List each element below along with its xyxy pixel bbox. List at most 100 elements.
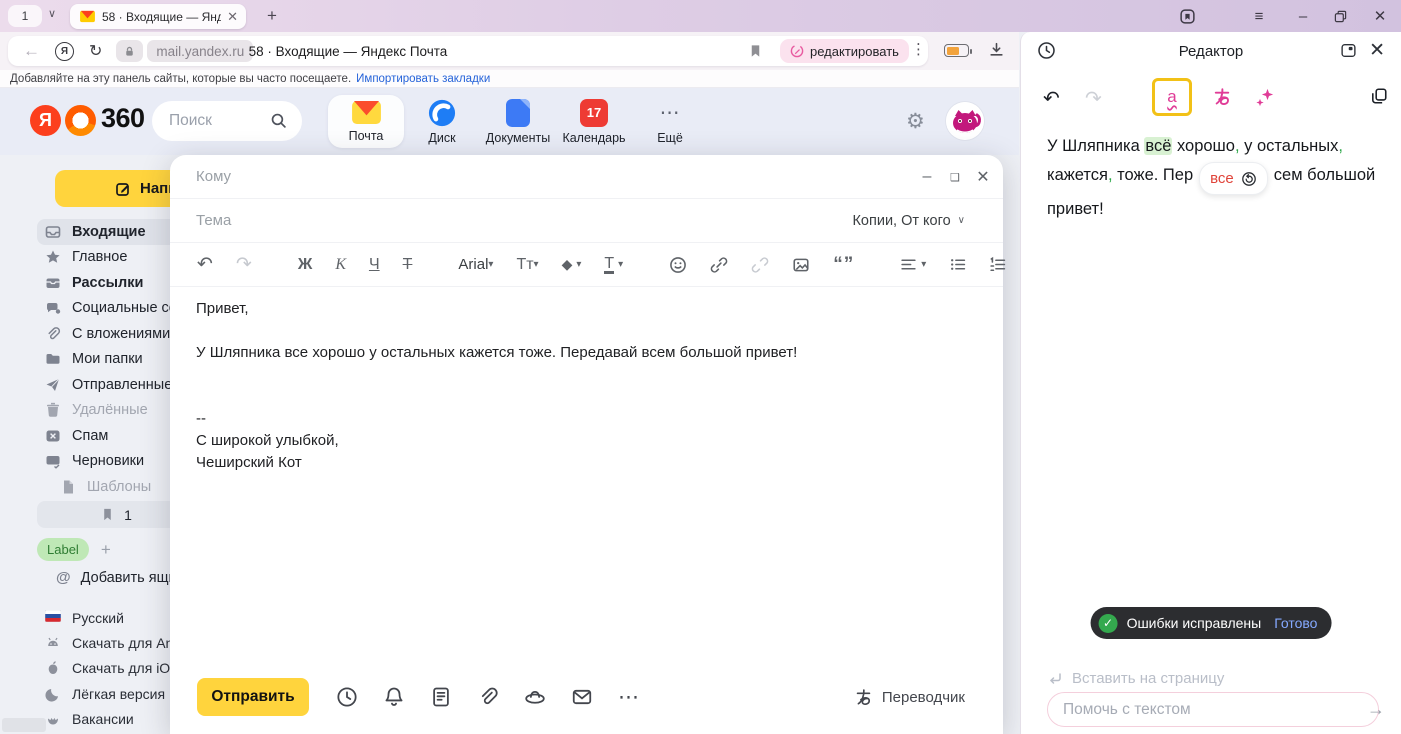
ai-prompt-input[interactable] [1047, 692, 1379, 727]
notify-bell-icon[interactable] [383, 686, 405, 708]
attach-paperclip-icon[interactable] [477, 686, 499, 708]
undo-icon[interactable]: ↶ [197, 253, 213, 276]
text-color-button[interactable]: Т▾ [604, 256, 623, 274]
import-bookmarks-link[interactable]: Импортировать закладки [356, 73, 490, 85]
link-icon[interactable] [710, 256, 728, 274]
emoji-icon[interactable] [669, 256, 687, 274]
translate-tool-icon[interactable] [1212, 87, 1232, 107]
editor-panel: Редактор ✕ ↶ ↷ а У Шляпника всё хорошо, … [1020, 32, 1401, 734]
app-docs[interactable]: Документы [480, 95, 556, 148]
history-clock-icon[interactable] [1037, 41, 1056, 60]
strikethrough-button[interactable]: Т [403, 256, 413, 274]
align-button[interactable]: ▾ [900, 256, 926, 273]
corrected-word-highlight[interactable]: всё [1144, 137, 1172, 155]
edit-extension-button[interactable]: редактировать [780, 39, 909, 63]
to-field-row[interactable]: Кому – ❑ ✕ [170, 155, 1003, 199]
tab-group-chevron-icon[interactable]: ∨ [48, 7, 56, 20]
more-options-icon[interactable]: ⋯ [618, 685, 640, 710]
collections-icon[interactable] [1172, 0, 1202, 32]
corrected-text[interactable]: У Шляпника всё хорошо, у остальных, каже… [1047, 132, 1377, 224]
subject-field-row[interactable]: Тема Копии, От кого ∨ [170, 199, 1003, 243]
sidebar-item-spam[interactable]: Спам [0, 423, 195, 449]
font-family-select[interactable]: Arial ▾ [458, 256, 493, 273]
editor-redo-icon[interactable]: ↷ [1085, 86, 1102, 111]
numbered-list-icon[interactable] [989, 256, 1006, 273]
add-mailbox-row[interactable]: @ Добавить ящик [56, 569, 183, 586]
underline-button[interactable]: Ч [369, 256, 380, 274]
note-icon[interactable] [430, 686, 452, 708]
fill-color-button[interactable]: ◆▾ [562, 256, 582, 273]
insert-image-icon[interactable] [792, 256, 810, 274]
download-ios-item[interactable]: Скачать для iOS [0, 656, 195, 681]
envelope-icon[interactable] [571, 686, 593, 708]
schedule-clock-icon[interactable] [336, 686, 358, 708]
app-calendar[interactable]: 17 Календарь [556, 95, 632, 148]
app-mail[interactable]: Почта [328, 95, 404, 148]
spellcheck-tool-highlighted[interactable]: а [1152, 78, 1192, 116]
y360-logo-text[interactable]: 360 [101, 103, 145, 134]
app-more[interactable]: ⋯ Ещё [632, 95, 708, 148]
compose-minimize-button[interactable]: – [913, 155, 941, 199]
compose-close-button[interactable]: ✕ [969, 155, 997, 199]
yandex-logo[interactable]: Я [30, 105, 61, 136]
editor-undo-icon[interactable]: ↶ [1043, 86, 1060, 111]
add-label-button[interactable]: + [101, 540, 111, 560]
font-size-button[interactable]: Tт▾ [516, 256, 538, 274]
window-minimize-button[interactable]: – [1288, 0, 1318, 32]
tab-close-icon[interactable]: ✕ [221, 9, 238, 25]
cc-from-toggle[interactable]: Копии, От кого ∨ [852, 213, 965, 229]
bold-button[interactable]: Ж [298, 256, 312, 274]
window-close-button[interactable]: ✕ [1365, 0, 1395, 32]
settings-gear-icon[interactable]: ⚙ [906, 109, 925, 134]
insert-to-page-button[interactable]: Вставить на страницу [1047, 670, 1224, 687]
new-tab-button[interactable]: + [260, 4, 284, 28]
redo-icon[interactable]: ↷ [236, 253, 252, 276]
chat-bubbles-icon [45, 300, 61, 316]
unlink-icon[interactable] [751, 256, 769, 274]
bookmark-flag-icon[interactable] [748, 43, 763, 59]
download-icon[interactable] [988, 41, 1005, 58]
toast-done-button[interactable]: Готово [1274, 615, 1317, 631]
sidebar-item-attachments[interactable]: С вложениями [0, 321, 195, 347]
window-restore-button[interactable] [1325, 0, 1355, 32]
compose-pencil-icon [115, 181, 131, 197]
omnibox[interactable]: ← Я ↻ mail.yandex.ru 58 · Входящие — Янд… [8, 36, 928, 66]
light-version-item[interactable]: Лёгкая версия [0, 681, 195, 706]
send-button[interactable]: Отправить [197, 678, 309, 716]
sidebar-item-main[interactable]: Главное [0, 245, 195, 271]
open-in-window-icon[interactable] [1340, 42, 1357, 59]
label-tag[interactable]: Label [37, 538, 89, 561]
download-android-item[interactable]: Скачать для Andro [0, 630, 195, 655]
translator-button[interactable]: Переводчик [854, 660, 965, 734]
sidebar-item-drafts[interactable]: Черновики [0, 449, 195, 475]
app-disk[interactable]: Диск [404, 95, 480, 148]
sidebar-item-newsletters[interactable]: Рассылки [0, 270, 195, 296]
panel-close-icon[interactable]: ✕ [1369, 39, 1385, 62]
correction-popover[interactable]: все [1199, 162, 1268, 195]
submit-arrow-icon[interactable]: → [1367, 699, 1385, 720]
y360-rings-icon[interactable] [65, 105, 96, 136]
disk-attach-icon[interactable] [524, 686, 546, 708]
sidebar-item-templates[interactable]: Шаблоны [0, 474, 195, 500]
drafts-icon [45, 453, 61, 469]
sidebar-item-deleted[interactable]: Удалённые [0, 398, 195, 424]
italic-button[interactable]: К [335, 256, 346, 274]
tab-group-badge[interactable]: 1 [8, 5, 42, 27]
sidebar-item-sent[interactable]: Отправленные [0, 372, 195, 398]
browser-tab[interactable]: 58 · Входящие — Яндек ✕ [70, 4, 246, 29]
language-item[interactable]: Русский [0, 605, 195, 630]
bullet-list-icon[interactable] [949, 256, 966, 273]
message-body[interactable]: Привет, У Шляпника все хорошо у остальны… [196, 298, 977, 474]
copy-icon[interactable] [1370, 87, 1388, 105]
battery-icon[interactable] [944, 44, 969, 57]
revert-icon[interactable] [1241, 171, 1257, 187]
browser-menu-icon[interactable]: ≡ [1244, 0, 1274, 32]
quote-icon[interactable]: “” [833, 254, 854, 276]
search-icon[interactable] [270, 112, 287, 129]
compose-expand-button[interactable]: ❑ [941, 155, 969, 199]
user-avatar[interactable] [946, 102, 984, 140]
sidebar-item-my-folders[interactable]: Мои папки [0, 347, 195, 373]
sidebar-item-social[interactable]: Социальные сети [0, 296, 195, 322]
ai-sparkles-icon[interactable] [1255, 87, 1275, 107]
omnibox-more-icon[interactable]: ⋮ [911, 40, 926, 58]
